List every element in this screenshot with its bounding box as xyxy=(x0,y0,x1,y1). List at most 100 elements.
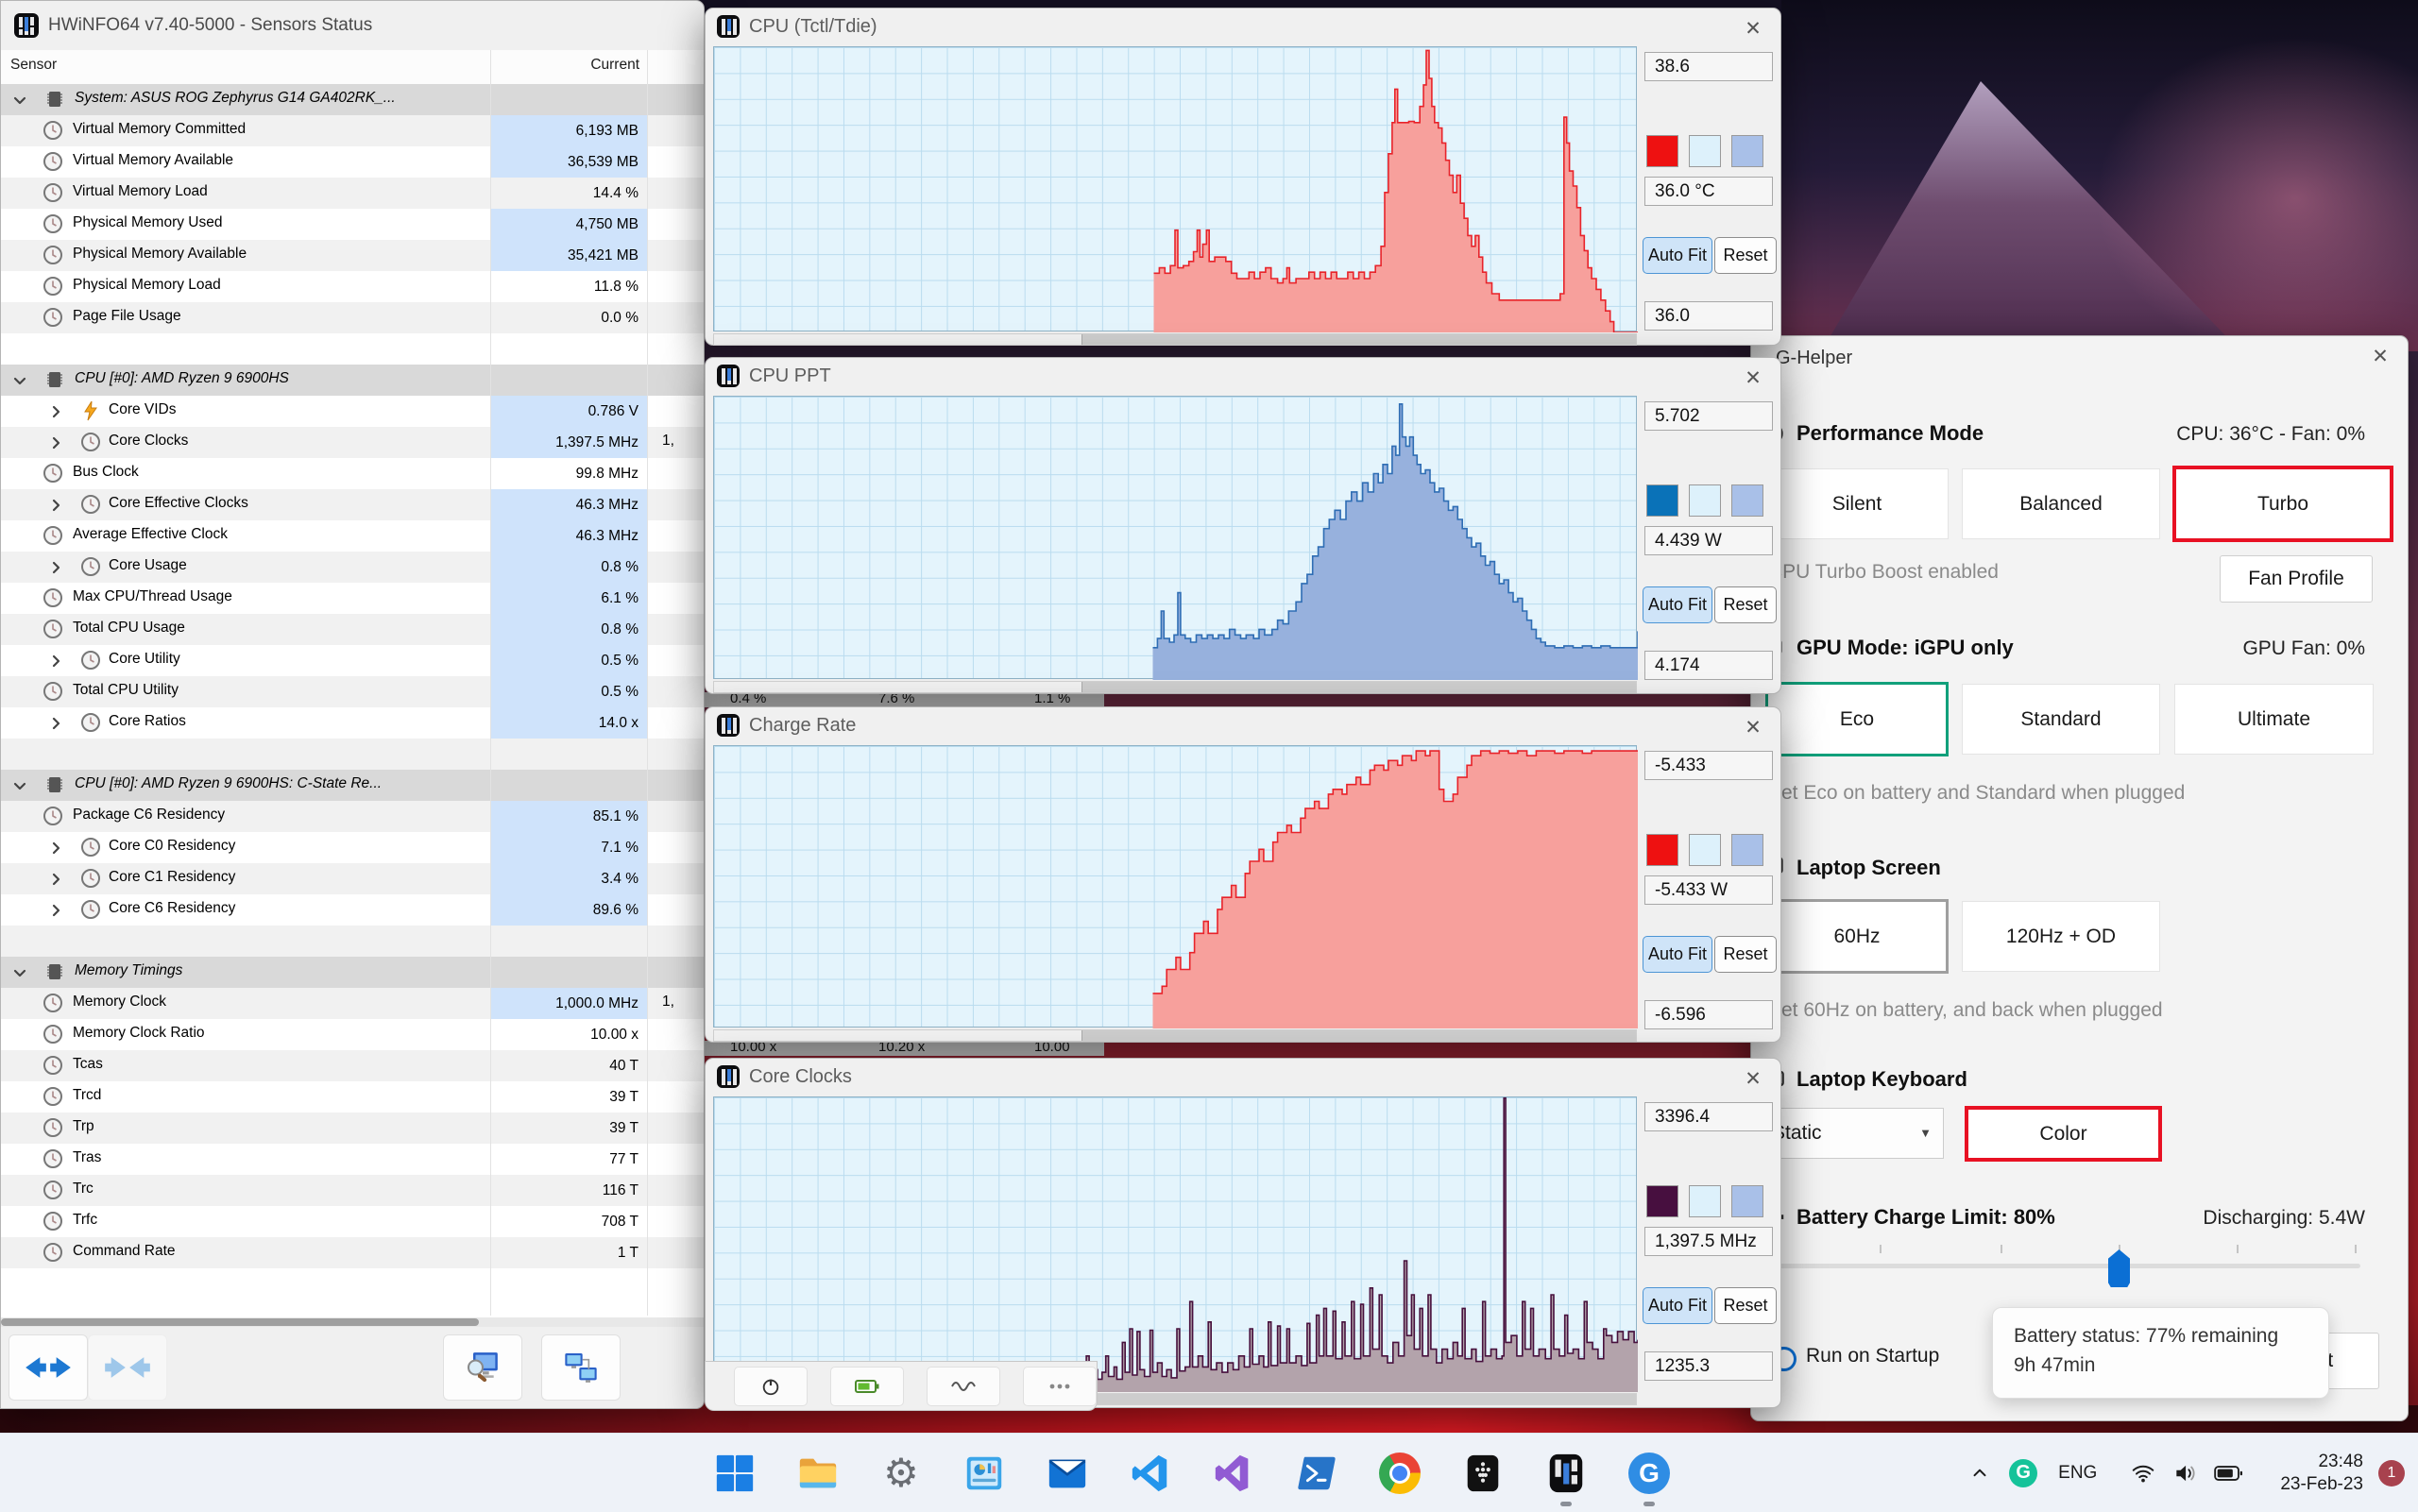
graph-titlebar[interactable]: CPU PPT ✕ xyxy=(706,358,1780,394)
taskbar-app-settings[interactable]: ⚙ xyxy=(877,1449,926,1498)
auto-fit-button[interactable]: Auto Fit xyxy=(1643,586,1712,623)
grid-color-swatch[interactable] xyxy=(1731,484,1763,517)
taskbar-app-file-explorer[interactable] xyxy=(793,1449,843,1498)
chevron-right-icon[interactable] xyxy=(48,560,63,575)
close-icon[interactable]: ✕ xyxy=(1739,16,1767,41)
sensor-row[interactable]: Tras 77 T xyxy=(1,1144,704,1175)
graph-min-field[interactable]: 4.174 xyxy=(1644,651,1773,680)
column-current[interactable]: Current xyxy=(490,57,639,74)
grid-color-swatch[interactable] xyxy=(1731,834,1763,866)
sensor-row[interactable]: Average Effective Clock 46.3 MHz xyxy=(1,520,704,552)
slider-thumb[interactable] xyxy=(2108,1249,2130,1287)
reset-button[interactable]: Reset xyxy=(1714,586,1777,623)
sensor-row[interactable]: Core Utility 0.5 % xyxy=(1,645,704,676)
column-sensor[interactable]: Sensor xyxy=(10,57,57,74)
fan-profile-button[interactable]: Fan Profile xyxy=(2220,555,2373,603)
sensor-section-row[interactable]: CPU [#0]: AMD Ryzen 9 6900HS: C-State Re… xyxy=(1,770,704,801)
chevron-down-icon[interactable] xyxy=(12,778,27,793)
sensor-section-row[interactable]: System: ASUS ROG Zephyrus G14 GA402RK_..… xyxy=(1,84,704,115)
chevron-right-icon[interactable] xyxy=(48,498,63,513)
graph-min-field[interactable]: 1235.3 xyxy=(1644,1351,1773,1381)
auto-fit-button[interactable]: Auto Fit xyxy=(1643,237,1712,274)
graph-titlebar[interactable]: Core Clocks ✕ xyxy=(706,1059,1780,1095)
graph-color-swatch[interactable] xyxy=(1646,834,1678,866)
graph-titlebar[interactable]: CPU (Tctl/Tdie) ✕ xyxy=(706,8,1780,44)
expand-all-button[interactable] xyxy=(9,1334,88,1401)
taskbar-app-system-monitor[interactable] xyxy=(960,1449,1009,1498)
graph-current-field[interactable]: 4.439 W xyxy=(1644,526,1773,555)
monitor-search-button[interactable] xyxy=(443,1334,522,1401)
reset-button[interactable]: Reset xyxy=(1714,1287,1777,1324)
sensor-row[interactable]: Core Clocks 1,397.5 MHz 1, xyxy=(1,427,704,458)
reset-button[interactable]: Reset xyxy=(1714,237,1777,274)
sensor-row[interactable]: Page File Usage 0.0 % xyxy=(1,302,704,333)
sensor-row[interactable]: Physical Memory Used 4,750 MB xyxy=(1,209,704,240)
sensor-row[interactable]: Package C6 Residency 85.1 % xyxy=(1,801,704,832)
background-color-swatch[interactable] xyxy=(1689,135,1721,167)
auto-fit-button[interactable]: Auto Fit xyxy=(1643,936,1712,973)
sensor-row[interactable]: Trfc 708 T xyxy=(1,1206,704,1237)
graph-color-swatch[interactable] xyxy=(1646,1185,1678,1217)
chevron-right-icon[interactable] xyxy=(48,903,63,918)
chevron-up-icon[interactable] xyxy=(1964,1463,1996,1484)
gpu-standard-button[interactable]: Standard xyxy=(1962,684,2160,755)
perf-balanced-button[interactable]: Balanced xyxy=(1962,468,2160,539)
sensor-row[interactable]: Total CPU Utility 0.5 % xyxy=(1,676,704,707)
gpu-eco-button[interactable]: Eco xyxy=(1765,682,1949,756)
sensor-row[interactable]: Tcas 40 T xyxy=(1,1050,704,1081)
close-icon[interactable]: ✕ xyxy=(1739,1066,1767,1091)
taskbar-app-visual-studio[interactable] xyxy=(1209,1449,1258,1498)
graph-titlebar[interactable]: Charge Rate ✕ xyxy=(706,707,1780,743)
sensor-row[interactable]: Command Rate 1 T xyxy=(1,1237,704,1268)
collapse-all-button[interactable] xyxy=(88,1334,167,1401)
graph-current-field[interactable]: 1,397.5 MHz xyxy=(1644,1227,1773,1256)
sensor-row[interactable]: Total CPU Usage 0.8 % xyxy=(1,614,704,645)
graph-max-field[interactable]: 3396.4 xyxy=(1644,1102,1773,1131)
perf-silent-button[interactable]: Silent xyxy=(1765,468,1949,539)
sensor-row[interactable]: Physical Memory Available 35,421 MB xyxy=(1,240,704,271)
sensor-row[interactable]: Virtual Memory Available 36,539 MB xyxy=(1,146,704,178)
keyboard-color-button[interactable]: Color xyxy=(1965,1106,2162,1162)
graph-max-field[interactable]: 38.6 xyxy=(1644,52,1773,81)
taskbar-app-mail[interactable] xyxy=(1043,1449,1092,1498)
screen-60hz-button[interactable]: 60Hz xyxy=(1765,899,1949,974)
sensor-row[interactable]: Bus Clock 99.8 MHz xyxy=(1,458,704,489)
background-color-swatch[interactable] xyxy=(1689,834,1721,866)
chevron-down-icon[interactable] xyxy=(12,93,27,108)
language-indicator[interactable]: ENG xyxy=(2058,1463,2097,1484)
sensor-row[interactable]: Max CPU/Thread Usage 6.1 % xyxy=(1,583,704,614)
sensor-row[interactable]: Core C6 Residency 89.6 % xyxy=(1,894,704,926)
gpu-ultimate-button[interactable]: Ultimate xyxy=(2174,684,2374,755)
grid-color-swatch[interactable] xyxy=(1731,135,1763,167)
chevron-right-icon[interactable] xyxy=(48,654,63,669)
graph-max-field[interactable]: 5.702 xyxy=(1644,401,1773,431)
sensor-row[interactable]: Virtual Memory Load 14.4 % xyxy=(1,178,704,209)
graph-current-field[interactable]: 36.0 °C xyxy=(1644,177,1773,206)
close-icon[interactable]: ✕ xyxy=(2366,344,2394,368)
screen-120hz-button[interactable]: 120Hz + OD xyxy=(1962,901,2160,972)
grammarly-tray-icon[interactable]: G xyxy=(2009,1458,2038,1487)
sensor-row[interactable]: Core Effective Clocks 46.3 MHz xyxy=(1,489,704,520)
graph-min-field[interactable]: 36.0 xyxy=(1644,301,1773,331)
hwinfo-titlebar[interactable]: HWiNFO64 v7.40-5000 - Sensors Status xyxy=(1,1,704,51)
sensor-row[interactable]: Core C1 Residency 3.4 % xyxy=(1,863,704,894)
graph-scrollbar[interactable] xyxy=(713,1029,1637,1042)
graph-color-swatch[interactable] xyxy=(1646,135,1678,167)
sensor-row[interactable]: Memory Clock Ratio 10.00 x xyxy=(1,1019,704,1050)
battery-limit-slider[interactable] xyxy=(1756,1264,2360,1268)
auto-fit-button[interactable]: Auto Fit xyxy=(1643,1287,1712,1324)
reset-button[interactable]: Reset xyxy=(1714,936,1777,973)
taskbar-app-start[interactable] xyxy=(710,1449,759,1498)
chevron-down-icon[interactable] xyxy=(12,373,27,388)
perf-turbo-button[interactable]: Turbo xyxy=(2172,466,2393,542)
graph-scrollbar[interactable] xyxy=(713,333,1637,346)
scrollbar-thumb[interactable] xyxy=(1,1318,479,1326)
chevron-right-icon[interactable] xyxy=(48,435,63,450)
taskbar-app-powershell[interactable] xyxy=(1292,1449,1341,1498)
sensor-row[interactable]: Trp 39 T xyxy=(1,1113,704,1144)
chevron-right-icon[interactable] xyxy=(48,404,63,419)
wave-icon[interactable] xyxy=(927,1366,1000,1406)
horizontal-scrollbar[interactable] xyxy=(1,1317,704,1327)
sensor-row[interactable]: Core VIDs 0.786 V xyxy=(1,396,704,427)
taskbar-app-chrome[interactable] xyxy=(1375,1449,1424,1498)
